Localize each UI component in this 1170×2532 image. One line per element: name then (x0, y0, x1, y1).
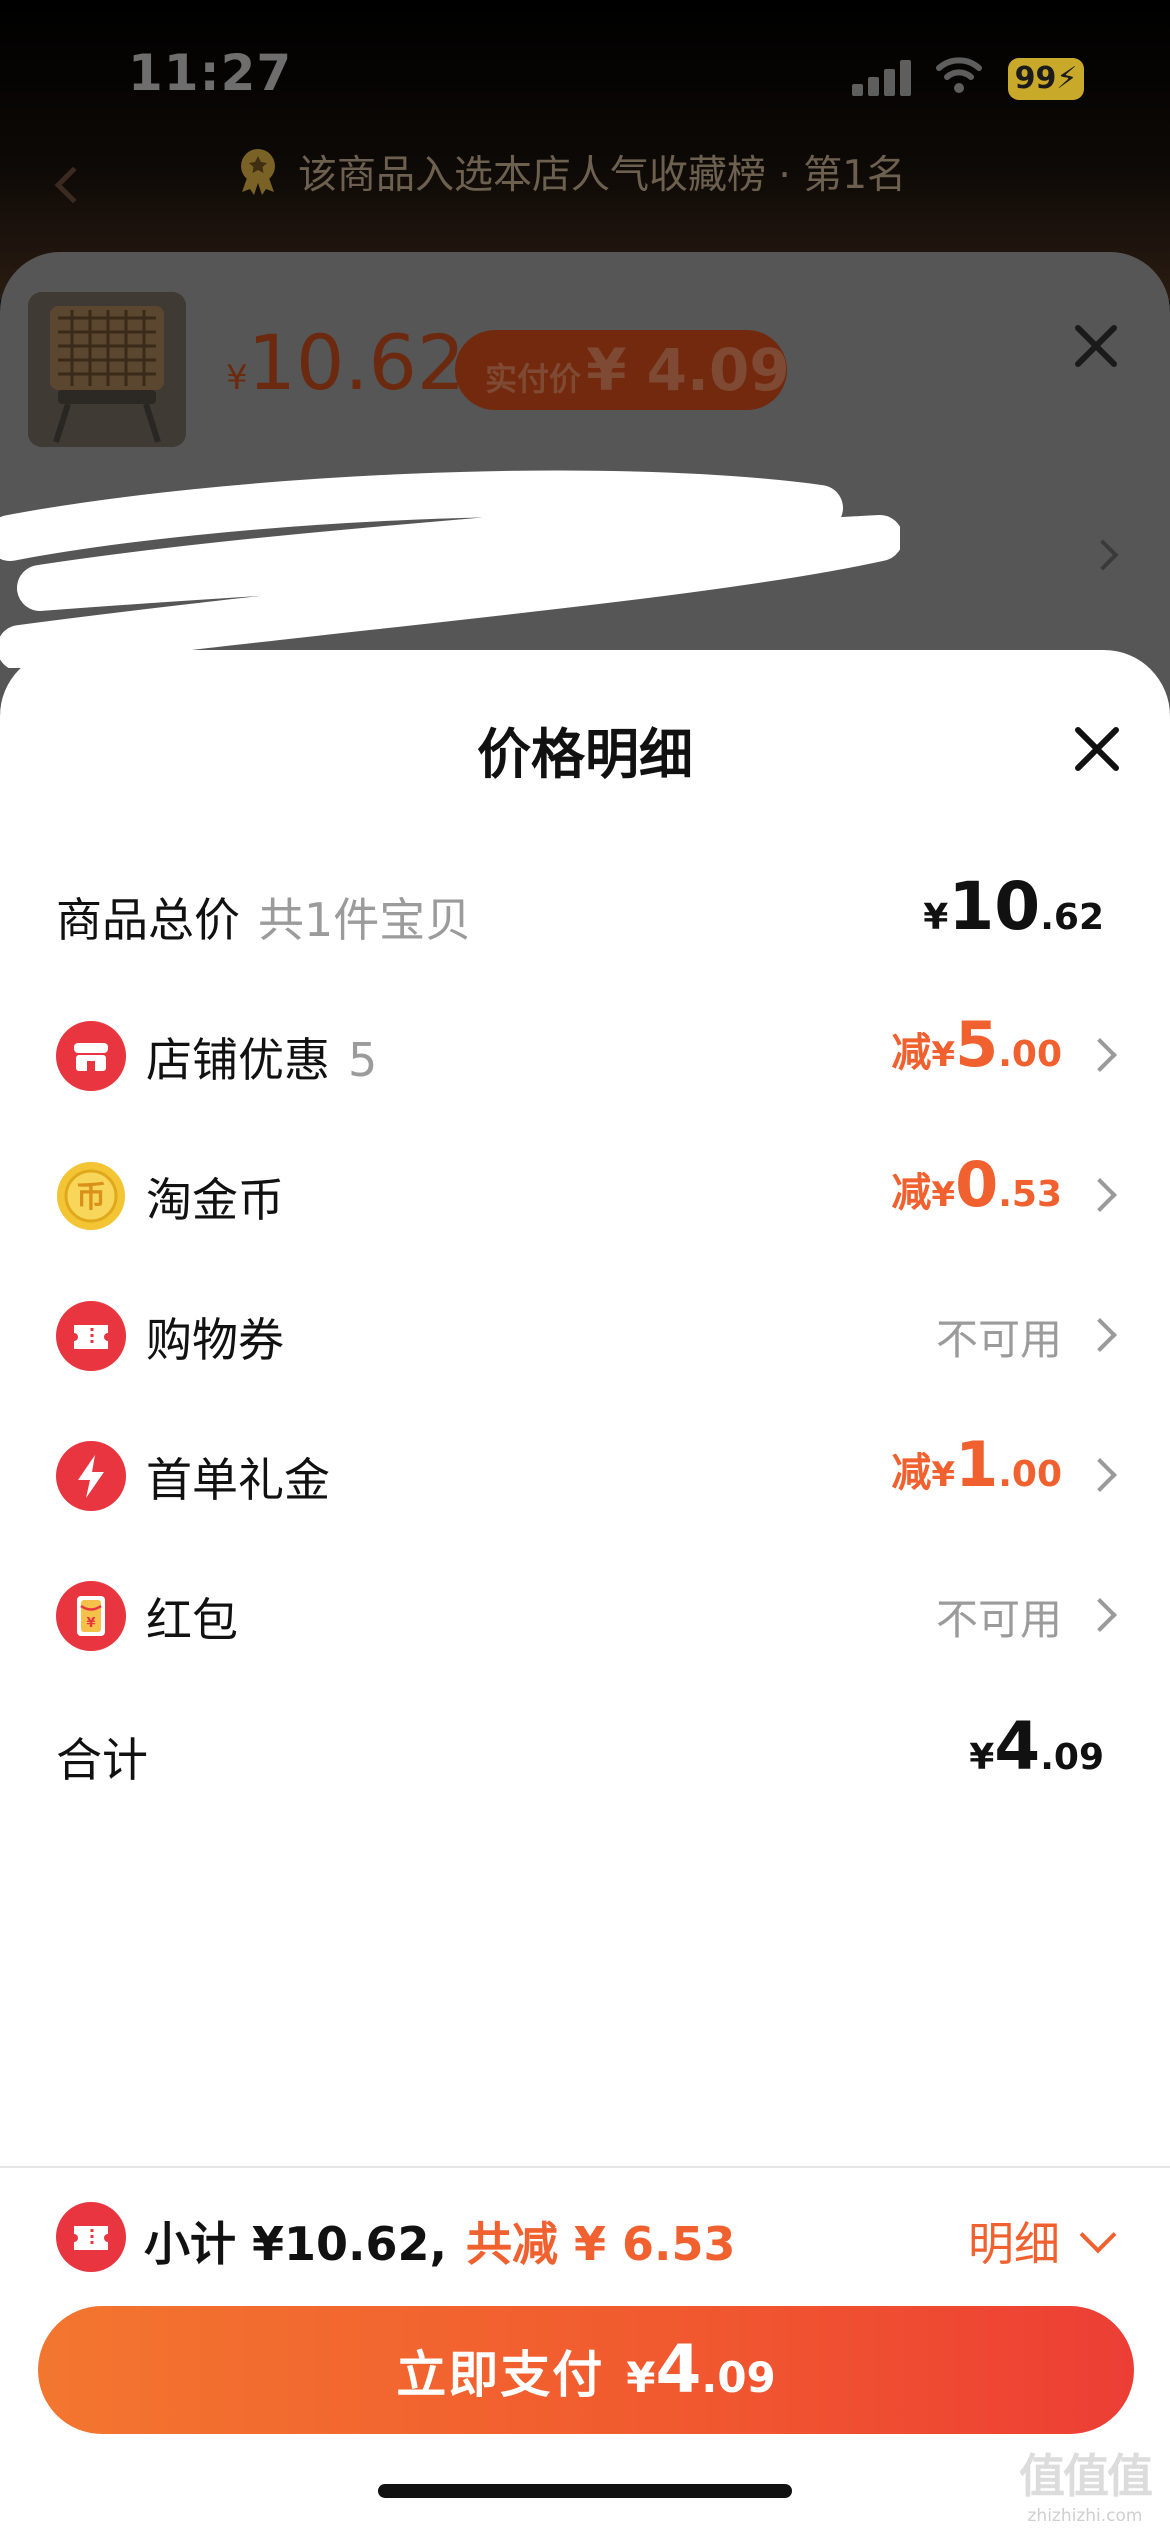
row-label: 店铺优惠 5 (146, 1024, 377, 1090)
sheet-title: 价格明细 (477, 723, 693, 786)
item-count: 共1件宝贝 (258, 893, 472, 947)
sku-close-icon[interactable] (1068, 318, 1124, 374)
currency: ¥ (923, 897, 949, 938)
home-indicator[interactable] (378, 2484, 792, 2498)
redaction-scribble (0, 470, 900, 668)
watermark-url: zhizhizhi.com (1027, 2506, 1143, 2526)
row-taobao-coins[interactable]: 币 淘金币 减¥0.53 (0, 1126, 1170, 1266)
ticket-icon (56, 2202, 126, 2272)
row-shop-discount[interactable]: 店铺优惠 5 减¥5.00 (0, 986, 1170, 1126)
currency: ¥ (969, 1737, 995, 1778)
price-detail-sheet: 价格明细 商品总价 共1件宝贝 ¥10.62 店铺优惠 5 减¥5.00 币 淘金币… (0, 650, 1170, 2532)
voucher-label: 购物券 (146, 1313, 284, 1367)
minus-label: 减 (891, 1030, 932, 1076)
ticket-icon (56, 1301, 126, 1371)
pay-currency: ¥ (626, 2353, 656, 2402)
summary-bar: 小计 ¥10.62, 共减 ¥ 6.53 明细 (0, 2178, 1170, 2302)
minus-label: 减 (891, 1170, 932, 1216)
row-red-packet[interactable]: ¥ 红包 不可用 (0, 1546, 1170, 1686)
chevron-down-icon[interactable] (1079, 2216, 1117, 2254)
amount-dec: .00 (998, 1454, 1062, 1495)
battery-icon: 99⚡ (1008, 58, 1084, 100)
status-time: 11:27 (128, 44, 293, 102)
actual-price-label: 实付价 (485, 360, 582, 398)
pay-amount-int: 4 (655, 2331, 702, 2408)
cellular-signal-icon (852, 60, 914, 96)
medal-icon (241, 149, 275, 195)
lightning-icon (56, 1441, 126, 1511)
amount-int: 0 (955, 1148, 999, 1221)
divider (0, 2166, 1170, 2168)
chevron-right-icon (1083, 1178, 1117, 1212)
wifi-icon (936, 57, 982, 93)
rank-banner: 该商品入选本店人气收藏榜 · 第1名 (0, 140, 1170, 204)
amount-dec: .62 (1040, 897, 1104, 938)
red-packet-icon: ¥ (56, 1581, 126, 1651)
chevron-right-icon (1083, 1318, 1117, 1352)
pay-now-button[interactable]: 立即支付 ¥4.09 (38, 2306, 1134, 2434)
currency: ¥ (931, 1035, 956, 1075)
battery-level: 99 (1014, 61, 1057, 96)
shop-icon (56, 1021, 126, 1091)
row-first-order-gift[interactable]: 首单礼金 减¥1.00 (0, 1406, 1170, 1546)
watermark: 值值值 zhizhizhi.com (1010, 2440, 1160, 2526)
currency: ¥ (931, 1455, 956, 1495)
rank-text: 该商品入选本店人气收藏榜 · 第1名 (298, 153, 907, 198)
svg-text:¥: ¥ (86, 1616, 95, 1631)
row-grand-total: 合计 ¥4.09 (0, 1686, 1170, 1826)
amount-int: 10 (948, 868, 1041, 945)
chevron-right-icon (1083, 1598, 1117, 1632)
shop-discount-amount: 减¥5.00 (891, 1008, 1062, 1081)
grand-total-amount: ¥4.09 (969, 1708, 1104, 1785)
pay-button-label: 立即支付 (396, 2346, 605, 2404)
amount-dec: .09 (1040, 1737, 1104, 1778)
amount-dec: .53 (998, 1174, 1062, 1215)
taobao-coins-amount: 减¥0.53 (891, 1148, 1062, 1221)
chevron-right-icon (1083, 1038, 1117, 1072)
total-price-label: 商品总价 (56, 893, 240, 947)
amount-dec: .00 (998, 1034, 1062, 1075)
row-label: 商品总价 共1件宝贝 (56, 884, 471, 950)
amount-int: 1 (955, 1428, 999, 1501)
sku-currency: ¥ (226, 358, 248, 398)
sku-price-value: 10.62 (247, 318, 466, 407)
minus-label: 减 (891, 1450, 932, 1496)
total-discount-text: 共减 ¥ 6.53 (466, 2217, 736, 2271)
amount-int: 4 (994, 1708, 1041, 1785)
chevron-right-icon (1083, 1458, 1117, 1492)
product-thumbnail (28, 292, 186, 447)
currency: ¥ (931, 1175, 956, 1215)
red-packet-label: 红包 (146, 1593, 238, 1647)
detail-toggle-button[interactable]: 明细 (968, 2208, 1060, 2274)
watermark-logo: 值值值 (1019, 2449, 1153, 2503)
amount-int: 5 (955, 1008, 999, 1081)
first-order-gift-amount: 减¥1.00 (891, 1428, 1062, 1501)
row-shopping-voucher[interactable]: 购物券 不可用 (0, 1266, 1170, 1406)
taobao-coins-label: 淘金币 (146, 1173, 284, 1227)
pay-amount-dec: .09 (701, 2353, 776, 2402)
grand-total-label: 合计 (56, 1733, 148, 1787)
voucher-status: 不可用 (935, 1315, 1062, 1364)
gold-coin-icon: 币 (57, 1162, 125, 1230)
total-price-amount: ¥10.62 (923, 868, 1104, 945)
actual-price-badge: 实付价 ¥ 4.09 (455, 330, 790, 410)
row-total-price: 商品总价 共1件宝贝 ¥10.62 (0, 846, 1170, 986)
red-packet-status: 不可用 (935, 1595, 1062, 1644)
sku-price: ¥10.62 (226, 318, 465, 407)
svg-text:币: 币 (76, 1180, 106, 1215)
first-order-gift-label: 首单礼金 (146, 1453, 330, 1507)
close-icon[interactable] (1068, 720, 1126, 778)
subtotal-text: 小计 ¥10.62, (144, 2217, 447, 2271)
status-bar: 11:27 99⚡ (0, 0, 1170, 150)
actual-price-value: ¥ 4.09 (586, 336, 790, 404)
shop-discount-count: 5 (348, 1033, 378, 1087)
address-chevron-icon (1087, 539, 1119, 571)
shop-discount-label: 店铺优惠 (146, 1033, 330, 1087)
